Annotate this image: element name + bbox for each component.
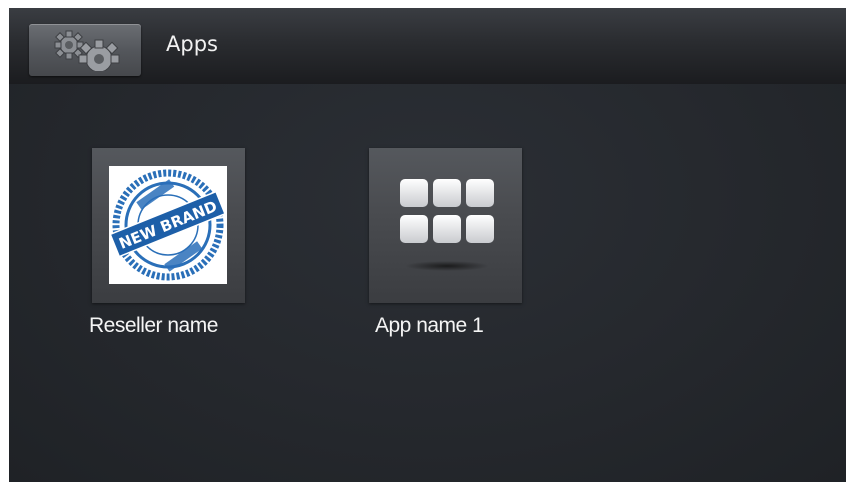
apps-screen: Apps NEW BRAND Reseller name App name 1 xyxy=(9,8,846,482)
app-tile-icon xyxy=(369,148,522,303)
settings-button[interactable] xyxy=(29,24,141,76)
new-brand-logo: NEW BRAND xyxy=(109,166,227,284)
app-label: App name 1 xyxy=(375,314,484,337)
app-grid-icon xyxy=(400,179,494,271)
title-bar: Apps xyxy=(9,8,846,84)
app-label: Reseller name xyxy=(89,314,218,337)
app-tile-icon: NEW BRAND xyxy=(92,148,245,303)
page-title: Apps xyxy=(166,32,218,56)
gears-icon xyxy=(54,30,120,71)
